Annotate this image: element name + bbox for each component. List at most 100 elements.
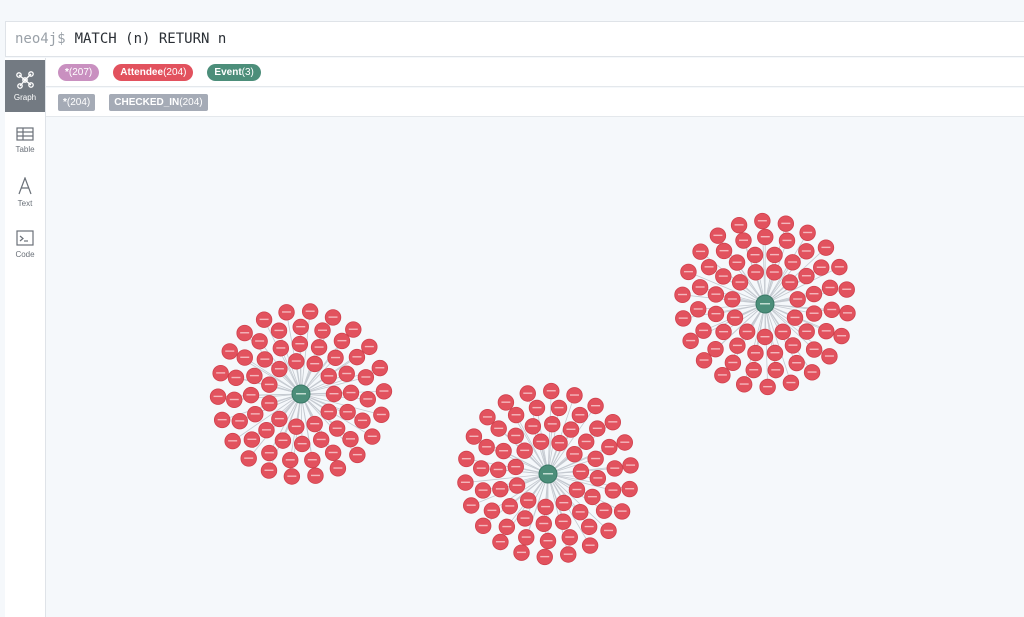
attendee-node-caption bbox=[342, 372, 352, 375]
attendee-node-caption bbox=[501, 401, 511, 403]
attendee-node-caption bbox=[494, 427, 504, 430]
event-node-caption bbox=[543, 473, 553, 475]
attendee-node-caption bbox=[809, 348, 819, 350]
attendee-node-caption bbox=[695, 286, 705, 288]
attendee-node-caption bbox=[591, 457, 601, 460]
attendee-node-caption bbox=[575, 414, 585, 416]
attendee-node-caption bbox=[742, 330, 752, 333]
node-label-all[interactable]: *(207) bbox=[58, 63, 100, 81]
relationship-type-all[interactable]: *(204) bbox=[58, 93, 96, 111]
attendee-node-caption bbox=[807, 371, 817, 373]
attendee-node-caption bbox=[376, 413, 386, 416]
attendee-node-caption bbox=[809, 312, 819, 314]
event-node-caption bbox=[296, 393, 306, 395]
relationship-type-legend: *(204) CHECKED_IN(204) bbox=[46, 88, 1024, 117]
attendee-node-caption bbox=[704, 266, 714, 268]
attendee-node-caption bbox=[274, 417, 284, 420]
attendee-node-caption bbox=[511, 434, 521, 437]
attendee-node-caption bbox=[495, 541, 505, 543]
event-cluster bbox=[674, 212, 856, 396]
attendee-node-caption bbox=[591, 404, 601, 407]
attendee-node-caption bbox=[816, 266, 826, 268]
attendee-node-caption bbox=[718, 275, 728, 277]
attendee-node-caption bbox=[778, 330, 788, 333]
attendee-node-caption bbox=[827, 308, 837, 311]
attendee-node-caption bbox=[240, 332, 250, 334]
attendee-node-caption bbox=[314, 346, 324, 348]
attendee-node-caption bbox=[760, 336, 770, 338]
attendee-node-caption bbox=[732, 261, 742, 263]
attendee-node-caption bbox=[587, 495, 597, 498]
attendee-node-caption bbox=[235, 420, 245, 422]
node-label-event[interactable]: Event(3) bbox=[207, 63, 261, 81]
attendee-node-caption bbox=[781, 222, 791, 225]
attendee-node-caption bbox=[625, 488, 635, 490]
attendee-node-caption bbox=[686, 339, 696, 342]
sidebar-item-text[interactable]: Text bbox=[5, 166, 45, 218]
attendee-node-caption bbox=[278, 439, 288, 442]
attendee-node-caption bbox=[569, 453, 579, 455]
attendee-node-caption bbox=[332, 427, 342, 429]
attendee-node-caption bbox=[576, 470, 586, 473]
attendee-node-caption bbox=[264, 402, 274, 404]
attendee-node-caption bbox=[760, 236, 770, 238]
attendee-node-caption bbox=[604, 529, 614, 532]
sidebar-item-label: Text bbox=[17, 198, 33, 208]
attendee-node-caption bbox=[719, 330, 729, 333]
attendee-node-caption bbox=[770, 253, 780, 256]
attendee-node-caption bbox=[523, 499, 533, 501]
attendee-node-caption bbox=[287, 475, 297, 477]
attendee-node-caption bbox=[361, 376, 371, 378]
attendee-node-caption bbox=[493, 468, 503, 471]
attendee-node-caption bbox=[523, 392, 533, 394]
node-label-legend: *(207) Attendee(204) Event(3) bbox=[46, 58, 1024, 87]
attendee-node-caption bbox=[809, 293, 819, 295]
attendee-node-caption bbox=[727, 298, 737, 300]
attendee-node-caption bbox=[730, 316, 740, 319]
query-prompt: neo4j$ bbox=[15, 31, 66, 47]
attendee-node-caption bbox=[739, 383, 749, 385]
attendee-node-caption bbox=[842, 288, 852, 290]
attendee-node-caption bbox=[528, 425, 538, 427]
attendee-node-caption bbox=[310, 423, 320, 425]
node-label-attendee[interactable]: Attendee(204) bbox=[113, 63, 194, 81]
attendee-node-caption bbox=[317, 329, 327, 331]
attendee-node-caption bbox=[296, 326, 306, 328]
graph-svg[interactable] bbox=[46, 117, 1024, 617]
attendee-node-caption bbox=[834, 266, 844, 268]
attendee-node-caption bbox=[520, 517, 530, 519]
attendee-node-caption bbox=[825, 286, 835, 289]
attendee-node-caption bbox=[769, 271, 779, 273]
attendee-node-caption bbox=[487, 509, 497, 512]
attendee-node-caption bbox=[801, 275, 811, 277]
relationship-type-checked-in[interactable]: CHECKED_IN(204) bbox=[109, 93, 208, 111]
attendee-node-caption bbox=[732, 344, 742, 347]
attendee-node-caption bbox=[770, 351, 780, 354]
attendee-node-caption bbox=[478, 489, 488, 491]
table-icon bbox=[16, 126, 34, 141]
checked-in-edge[interactable] bbox=[547, 391, 552, 475]
attendee-node-caption bbox=[565, 536, 575, 538]
attendee-node-caption bbox=[352, 356, 362, 358]
attendee-node-caption bbox=[345, 438, 355, 440]
attendee-node-caption bbox=[282, 311, 292, 313]
sidebar-item-label: Graph bbox=[13, 92, 37, 102]
attendee-node-caption bbox=[482, 446, 492, 448]
attendee-node-caption bbox=[274, 329, 284, 332]
attendee-node-caption bbox=[563, 553, 573, 555]
graph-canvas[interactable] bbox=[46, 117, 1024, 617]
attendee-node-caption bbox=[375, 367, 385, 369]
attendee-node-caption bbox=[274, 368, 284, 370]
sidebar-item-table[interactable]: Table bbox=[5, 114, 45, 166]
query-editor[interactable]: neo4j$ MATCH (n) RETURN n bbox=[5, 21, 1024, 57]
attendee-node-caption bbox=[367, 435, 377, 437]
sidebar-item-graph[interactable]: Graph bbox=[5, 60, 45, 112]
attendee-node-caption bbox=[717, 374, 727, 376]
sidebar-item-code[interactable]: Code bbox=[5, 218, 45, 270]
query-text[interactable]: MATCH (n) RETURN n bbox=[75, 31, 227, 47]
attendee-node-caption bbox=[310, 362, 320, 365]
attendee-node-caption bbox=[329, 393, 339, 395]
attendee-node-caption bbox=[711, 312, 721, 315]
attendee-node-caption bbox=[593, 477, 603, 479]
attendee-node-caption bbox=[247, 438, 257, 440]
